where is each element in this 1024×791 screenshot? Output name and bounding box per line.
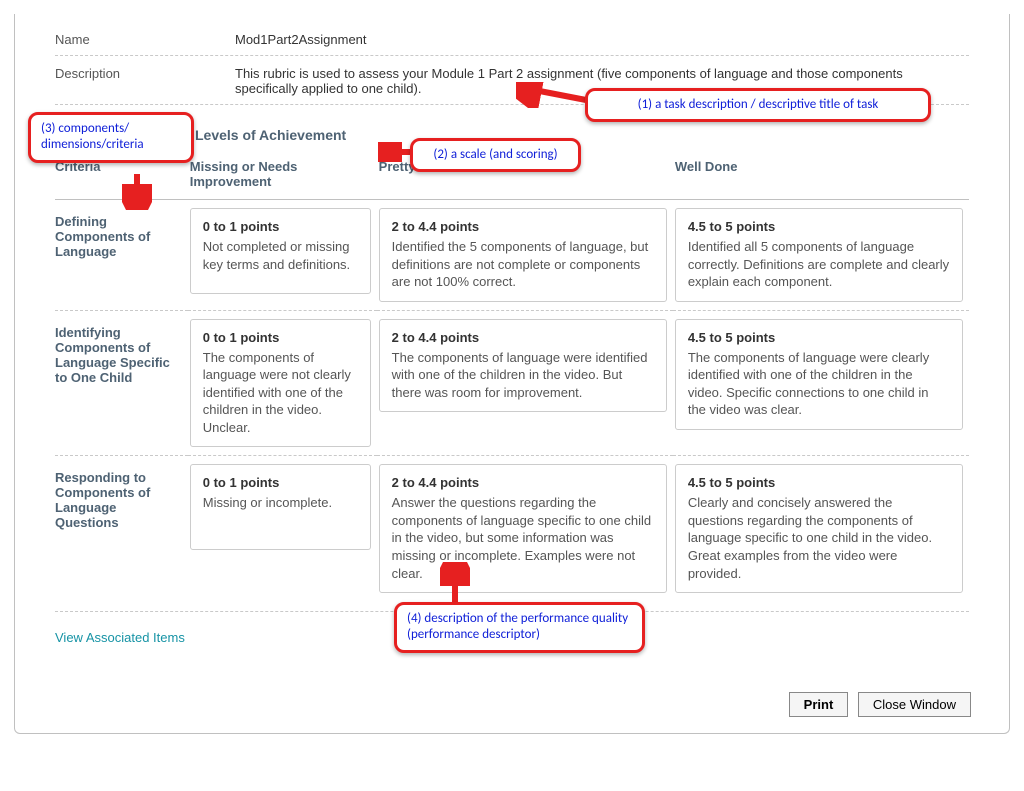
button-bar: Print Close Window [783, 692, 971, 717]
section-title: Levels of Achievement [195, 127, 969, 143]
cell-desc: The components of language were identifi… [392, 349, 654, 402]
cell-points: 2 to 4.4 points [392, 475, 654, 490]
meta-row-name: Name Mod1Part2Assignment [55, 26, 969, 53]
rubric-cell: 4.5 to 5 points Clearly and concisely an… [675, 464, 963, 593]
rubric-table: Criteria Missing or Needs Improvement Pr… [55, 155, 969, 601]
col-level-3: Well Done [673, 155, 969, 200]
criterion-label: Responding to Components of Language Que… [55, 455, 188, 601]
desc-label: Description [55, 60, 235, 102]
table-row: Identifying Components of Language Speci… [55, 310, 969, 456]
name-label: Name [55, 26, 235, 53]
rubric-cell: 0 to 1 points Not completed or missing k… [190, 208, 371, 294]
annotation-3: (3) components/ dimensions/criteria [28, 112, 194, 163]
col-level-1: Missing or Needs Improvement [188, 155, 377, 200]
rubric-cell: 0 to 1 points The components of language… [190, 319, 371, 448]
name-value: Mod1Part2Assignment [235, 26, 969, 53]
criterion-label: Identifying Components of Language Speci… [55, 310, 188, 456]
annotation-4: (4) description of the performance quali… [394, 602, 645, 653]
rubric-cell: 2 to 4.4 points Identified the 5 compone… [379, 208, 667, 302]
arrow-icon [440, 562, 470, 606]
cell-points: 0 to 1 points [203, 330, 358, 345]
cell-points: 0 to 1 points [203, 219, 358, 234]
cell-desc: Clearly and concisely answered the quest… [688, 494, 950, 582]
cell-points: 4.5 to 5 points [688, 330, 950, 345]
cell-points: 2 to 4.4 points [392, 330, 654, 345]
cell-points: 4.5 to 5 points [688, 219, 950, 234]
annotation-2: (2) a scale (and scoring) [410, 138, 581, 172]
criterion-label: Defining Components of Language [55, 200, 188, 310]
cell-desc: Identified all 5 components of language … [688, 238, 950, 291]
annotation-1: (1) a task description / descriptive tit… [585, 88, 931, 122]
cell-desc: The components of language were not clea… [203, 349, 358, 437]
arrow-icon [122, 170, 152, 210]
rubric-cell: 0 to 1 points Missing or incomplete. [190, 464, 371, 550]
cell-desc: Missing or incomplete. [203, 494, 358, 512]
rubric-cell: 2 to 4.4 points The components of langua… [379, 319, 667, 413]
table-row: Defining Components of Language 0 to 1 p… [55, 200, 969, 310]
print-button[interactable]: Print [789, 692, 849, 717]
cell-points: 4.5 to 5 points [688, 475, 950, 490]
table-row: Responding to Components of Language Que… [55, 455, 969, 601]
cell-points: 0 to 1 points [203, 475, 358, 490]
cell-desc: The components of language were clearly … [688, 349, 950, 419]
cell-desc: Answer the questions regarding the compo… [392, 494, 654, 582]
rubric-cell: 4.5 to 5 points Identified all 5 compone… [675, 208, 963, 302]
cell-points: 2 to 4.4 points [392, 219, 654, 234]
divider [55, 55, 969, 56]
cell-desc: Identified the 5 components of language,… [392, 238, 654, 291]
rubric-cell: 2 to 4.4 points Answer the questions reg… [379, 464, 667, 593]
arrow-icon [516, 82, 596, 108]
rubric-cell: 4.5 to 5 points The components of langua… [675, 319, 963, 430]
cell-desc: Not completed or missing key terms and d… [203, 238, 358, 273]
close-window-button[interactable]: Close Window [858, 692, 971, 717]
